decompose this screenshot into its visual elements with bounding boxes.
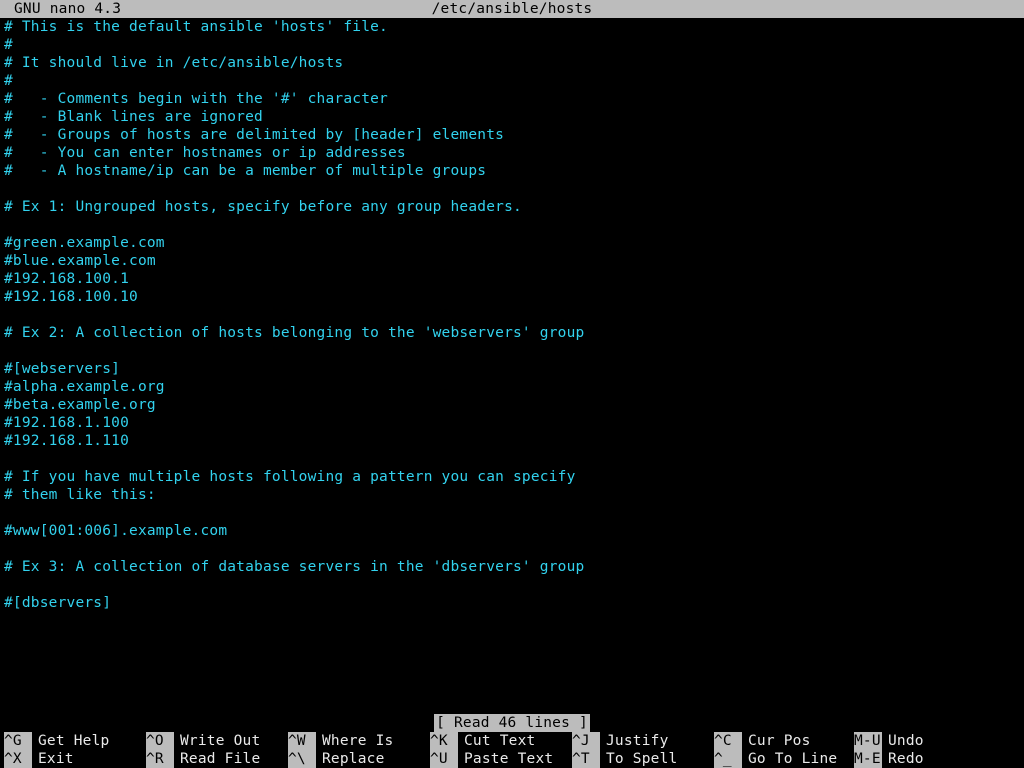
editor-line[interactable]: #green.example.com <box>4 234 1020 252</box>
shortcut-label: Undo <box>882 732 924 750</box>
shortcut-where-is[interactable]: ^WWhere Is <box>284 732 426 750</box>
file-path: /etc/ansible/hosts <box>0 0 1024 18</box>
editor-line[interactable]: # <box>4 72 1020 90</box>
shortcut-replace[interactable]: ^\Replace <box>284 750 426 768</box>
editor-line[interactable]: #192.168.1.100 <box>4 414 1020 432</box>
editor-line[interactable] <box>4 180 1020 198</box>
titlebar: GNU nano 4.3 /etc/ansible/hosts <box>0 0 1024 18</box>
editor-line[interactable]: #www[001:006].example.com <box>4 522 1020 540</box>
shortcut-key: ^O <box>146 732 174 750</box>
shortcut-label: Exit <box>32 750 74 768</box>
editor-line[interactable]: #[webservers] <box>4 360 1020 378</box>
editor-line[interactable] <box>4 504 1020 522</box>
shortcut-undo[interactable]: M-UUndo <box>850 732 1020 750</box>
shortcut-label: Read File <box>174 750 260 768</box>
shortcut-label: Justify <box>600 732 669 750</box>
shortcut-row-2: ^XExit^RRead File^\Replace^UPaste Text^T… <box>0 750 1024 768</box>
shortcut-label: Paste Text <box>458 750 553 768</box>
editor-line[interactable]: #blue.example.com <box>4 252 1020 270</box>
editor-line[interactable]: #[dbservers] <box>4 594 1020 612</box>
editor-line[interactable] <box>4 576 1020 594</box>
status-bar: [ Read 46 lines ] <box>0 714 1024 732</box>
shortcut-key: ^U <box>430 750 458 768</box>
editor-line[interactable]: # <box>4 36 1020 54</box>
shortcut-label: To Spell <box>600 750 677 768</box>
nano-screen: GNU nano 4.3 /etc/ansible/hosts # This i… <box>0 0 1024 768</box>
shortcut-write-out[interactable]: ^OWrite Out <box>142 732 284 750</box>
shortcut-read-file[interactable]: ^RRead File <box>142 750 284 768</box>
editor-line[interactable]: # - A hostname/ip can be a member of mul… <box>4 162 1020 180</box>
shortcut-label: Redo <box>882 750 924 768</box>
shortcut-key: ^_ <box>714 750 742 768</box>
app-title: GNU nano 4.3 <box>0 0 121 18</box>
editor-line[interactable]: # Ex 2: A collection of hosts belonging … <box>4 324 1020 342</box>
editor-line[interactable]: # It should live in /etc/ansible/hosts <box>4 54 1020 72</box>
shortcut-justify[interactable]: ^JJustify <box>568 732 710 750</box>
shortcut-cut-text[interactable]: ^KCut Text <box>426 732 568 750</box>
editor-line[interactable] <box>4 450 1020 468</box>
editor-line[interactable]: #192.168.1.110 <box>4 432 1020 450</box>
shortcut-label: Where Is <box>316 732 393 750</box>
shortcut-label: Write Out <box>174 732 260 750</box>
shortcut-label: Get Help <box>32 732 109 750</box>
editor-line[interactable]: # If you have multiple hosts following a… <box>4 468 1020 486</box>
shortcut-label: Cur Pos <box>742 732 811 750</box>
editor-line[interactable]: # Ex 1: Ungrouped hosts, specify before … <box>4 198 1020 216</box>
editor-line[interactable] <box>4 540 1020 558</box>
shortcut-cur-pos[interactable]: ^CCur Pos <box>710 732 850 750</box>
shortcut-label: Cut Text <box>458 732 535 750</box>
editor-line[interactable]: # - Comments begin with the '#' characte… <box>4 90 1020 108</box>
shortcut-key: ^\ <box>288 750 316 768</box>
editor-line[interactable] <box>4 612 1020 630</box>
shortcut-key: ^T <box>572 750 600 768</box>
shortcut-label: Replace <box>316 750 385 768</box>
editor-line[interactable]: # - Groups of hosts are delimited by [he… <box>4 126 1020 144</box>
shortcut-key: ^R <box>146 750 174 768</box>
shortcut-redo[interactable]: M-ERedo <box>850 750 1020 768</box>
editor-line[interactable]: # them like this: <box>4 486 1020 504</box>
shortcut-key: ^K <box>430 732 458 750</box>
shortcut-label: Go To Line <box>742 750 837 768</box>
editor-line[interactable] <box>4 306 1020 324</box>
editor-area[interactable]: # This is the default ansible 'hosts' fi… <box>0 18 1024 714</box>
status-text: [ Read 46 lines ] <box>434 714 590 732</box>
editor-line[interactable]: #alpha.example.org <box>4 378 1020 396</box>
shortcut-key: ^W <box>288 732 316 750</box>
shortcut-exit[interactable]: ^XExit <box>0 750 142 768</box>
shortcut-row-1: ^GGet Help^OWrite Out^WWhere Is^KCut Tex… <box>0 732 1024 750</box>
shortcut-bar: ^GGet Help^OWrite Out^WWhere Is^KCut Tex… <box>0 732 1024 768</box>
shortcut-go-to-line[interactable]: ^_Go To Line <box>710 750 850 768</box>
shortcut-key: ^C <box>714 732 742 750</box>
shortcut-key: ^X <box>4 750 32 768</box>
shortcut-key: M-E <box>854 750 882 768</box>
editor-line[interactable] <box>4 342 1020 360</box>
editor-line[interactable] <box>4 216 1020 234</box>
editor-line[interactable]: # This is the default ansible 'hosts' fi… <box>4 18 1020 36</box>
editor-line[interactable]: #192.168.100.1 <box>4 270 1020 288</box>
shortcut-paste-text[interactable]: ^UPaste Text <box>426 750 568 768</box>
editor-line[interactable]: #192.168.100.10 <box>4 288 1020 306</box>
editor-line[interactable]: # Ex 3: A collection of database servers… <box>4 558 1020 576</box>
shortcut-get-help[interactable]: ^GGet Help <box>0 732 142 750</box>
shortcut-key: M-U <box>854 732 882 750</box>
editor-line[interactable]: # - You can enter hostnames or ip addres… <box>4 144 1020 162</box>
editor-line[interactable]: # - Blank lines are ignored <box>4 108 1020 126</box>
shortcut-key: ^G <box>4 732 32 750</box>
editor-line[interactable]: #beta.example.org <box>4 396 1020 414</box>
shortcut-to-spell[interactable]: ^TTo Spell <box>568 750 710 768</box>
shortcut-key: ^J <box>572 732 600 750</box>
